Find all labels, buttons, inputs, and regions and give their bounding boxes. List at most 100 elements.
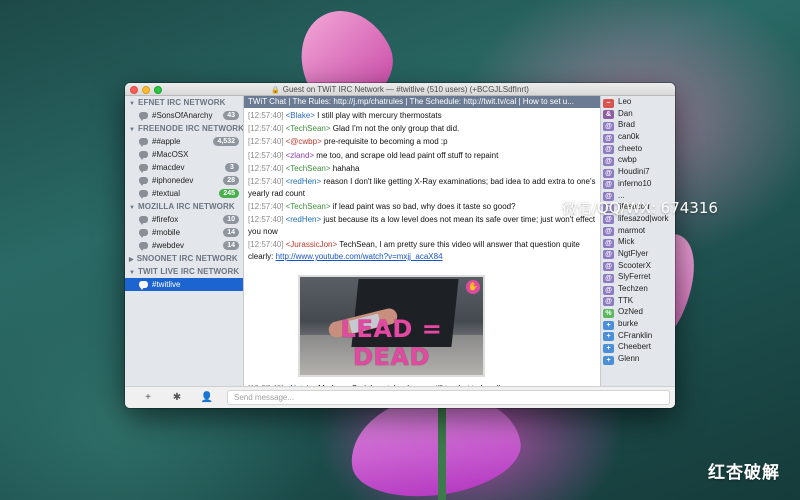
user-list-item[interactable]: @ Houdini7 [601,166,675,178]
user-list: ~ Leo & Dan @ Brad @ can0k @ cheeto @ cwbp @ Houdini7… [600,96,675,386]
message-text: pre-requisite to becoming a mod :p [321,137,448,147]
user-nick: TTK [618,295,634,305]
irc-window: 🔒 Guest on TWiT IRC Network — #twitlive (… [125,83,675,408]
user-nick: Leo [618,97,632,106]
user-list-item[interactable]: & Dan [601,108,675,120]
user-list-item[interactable]: @ cheeto [601,143,675,155]
network-header[interactable]: ▼ MOZILLA IRC NETWORK [125,200,243,213]
close-window-button[interactable] [130,85,138,94]
channel-item[interactable]: #webdev 14 [125,239,243,252]
site-logo: 红杏破解 [708,463,780,483]
message-input[interactable] [227,390,670,405]
message-timestamp: [12:57:40] [248,240,284,250]
user-nick: OzNed [618,307,643,317]
user-list-item[interactable]: % OzNed [601,306,675,318]
user-mode-badge: @ [603,273,614,283]
message-timestamp: [12:57:40] [248,150,284,160]
user-icon[interactable]: 👤 [200,391,214,405]
chat-area: TWiT Chat | The Rules: http://j.mp/chatr… [244,96,600,386]
unread-count-badge: 14 [223,228,239,237]
network-header[interactable]: ▶ SNOONET IRC NETWORK [125,252,243,265]
user-list-item[interactable]: @ cwbp [601,154,675,166]
channel-item[interactable]: #macdev 3 [125,161,243,174]
message-nick[interactable]: <TechSean> [286,202,331,211]
message-nick[interactable]: <Blake> [286,111,315,120]
message-link[interactable]: http://www.youtube.com/watch?v=mxjj_acaX… [276,252,443,261]
channel-item[interactable]: ##apple 4,532 [125,135,243,148]
channel-name: ##apple [152,137,181,146]
user-mode-badge: @ [603,121,614,131]
user-list-item[interactable]: + Cheebert [601,341,675,353]
channel-item[interactable]: #iphonedev 28 [125,174,243,187]
channel-name: #SonsOfAnarchy [152,111,213,120]
message-nick[interactable]: <redHen> [286,177,322,186]
channel-item[interactable]: #twitlive [125,278,243,291]
chat-bubble-icon [139,151,148,160]
network-name: SNOONET IRC NETWORK [136,254,238,263]
watermark-text: 微信/QQ/WX: 674316 [562,199,718,217]
user-list-item[interactable]: @ Mick [601,236,675,248]
message-text: me too, and scrape old lead paint off st… [314,150,499,160]
channel-item[interactable]: #firefox 10 [125,213,243,226]
channel-item[interactable]: #mobile 14 [125,226,243,239]
message-nick[interactable]: <zland> [286,151,314,160]
zoom-window-button[interactable] [154,85,162,94]
inline-image-preview[interactable]: ✋ LEAD = DEAD [298,274,485,377]
user-list-item[interactable]: @ can0k [601,131,675,143]
chat-bubble-icon [139,138,148,147]
message-text: I still play with mercury thermostats [314,111,442,120]
unread-count-badge: 10 [223,215,239,224]
user-mode-badge: + [603,343,614,353]
minimize-window-button[interactable] [142,85,150,94]
user-list-item[interactable]: @ TTK [601,295,675,307]
user-mode-badge: + [603,332,614,342]
user-nick: SlyFerret [618,272,651,282]
user-list-item[interactable]: + Glenn [601,353,675,365]
network-header[interactable]: ▼ FREENODE IRC NETWORK [125,122,243,135]
message-nick[interactable]: <TechSean> [286,164,331,173]
message-line: [12:57:40] <redHen> reason I don't like g… [248,176,596,200]
message-timestamp: [12:57:40] [248,124,284,134]
user-nick: burke [618,319,639,329]
title-bar[interactable]: 🔒 Guest on TWiT IRC Network — #twitlive (… [125,83,675,96]
user-list-item[interactable]: + CFranklin [601,330,675,342]
user-mode-badge: @ [603,145,614,155]
message-line: [12:57:40] <@cwbp> pre-requisite to becom… [248,136,596,148]
user-list-item[interactable]: @ SlyFerret [601,271,675,283]
channel-name: #firefox [152,215,179,224]
user-list-item[interactable]: ~ Leo [601,96,675,108]
user-list-item[interactable]: + burke [601,318,675,330]
chat-bubble-icon [139,229,148,238]
message-nick[interactable]: <JurassicJon> [286,240,338,249]
unread-count-badge: 14 [223,241,239,250]
hand-icon: ✋ [466,279,480,294]
user-mode-badge: @ [603,297,614,307]
user-nick: ScooterX [618,260,651,270]
channel-item[interactable]: #MacOSX [125,148,243,161]
user-list-item[interactable]: @ ScooterX [601,260,675,272]
add-icon[interactable]: + [141,391,155,405]
network-name: FREENODE IRC NETWORK [138,124,244,133]
message-nick[interactable]: <redHen> [286,215,322,224]
channel-name: #twitlive [152,280,181,289]
message-log[interactable]: [12:57:40] <Blake> I still play with merc… [244,108,600,386]
chat-bubble-icon [139,242,148,251]
user-list-item[interactable]: @ inferno10 [601,178,675,190]
channel-name: #mobile [152,228,181,237]
chat-bubble-icon [139,281,148,290]
network-header[interactable]: ▼ EFNET IRC NETWORK [125,96,243,109]
channel-item[interactable]: #textual 245 [125,187,243,200]
user-list-item[interactable]: @ Techzen [601,283,675,295]
channel-name: #webdev [152,241,185,250]
user-list-item[interactable]: @ NgtFlyer [601,248,675,260]
user-list-item[interactable]: @ marmot [601,225,675,237]
settings-icon[interactable]: ✱ [170,391,184,405]
channel-item[interactable]: #SonsOfAnarchy 43 [125,109,243,122]
message-line: [12:57:40] <TechSean> hahaha [248,163,596,175]
message-nick[interactable]: <@cwbp> [286,137,322,146]
message-nick[interactable]: <TechSean> [286,124,331,133]
network-header[interactable]: ▼ TWIT LIVE IRC NETWORK [125,265,243,278]
user-list-item[interactable]: @ Brad [601,119,675,131]
user-nick: Brad [618,120,635,130]
message-line: [12:57:40] <JurassicJon> TechSean, I am p… [248,239,596,263]
